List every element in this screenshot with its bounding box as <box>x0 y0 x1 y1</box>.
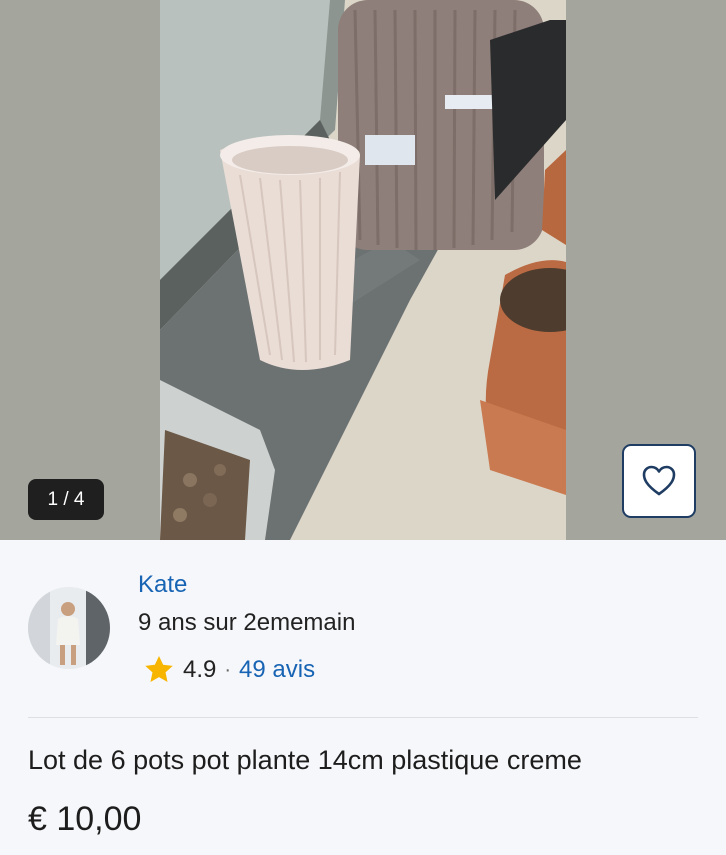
favorite-button[interactable] <box>622 444 696 518</box>
listing-title: Lot de 6 pots pot plante 14cm plastique … <box>28 745 582 775</box>
reviews-link[interactable]: 49 avis <box>239 656 315 684</box>
product-photo-illustration <box>160 0 566 540</box>
photo-counter: 1 / 4 <box>28 479 104 520</box>
avatar-photo <box>28 587 110 669</box>
listing-page: 1 / 4 Kate 9 ans sur 2ememain 4.9 · 49 a… <box>0 0 726 855</box>
heart-outline-icon <box>642 465 676 496</box>
listing-photo[interactable] <box>160 0 566 540</box>
photo-gallery[interactable]: 1 / 4 <box>0 0 726 540</box>
rating-separator: · <box>224 658 232 681</box>
seller-name-link[interactable]: Kate <box>138 571 187 599</box>
star-icon <box>145 656 173 682</box>
seller-membership: 9 ans sur 2ememain <box>138 609 356 636</box>
listing-price: € 10,00 <box>28 800 142 838</box>
seller-rating: 4.9 · 49 avis <box>143 653 315 687</box>
divider <box>28 717 698 718</box>
seller-avatar[interactable] <box>28 587 110 669</box>
rating-value: 4.9 <box>183 656 217 683</box>
